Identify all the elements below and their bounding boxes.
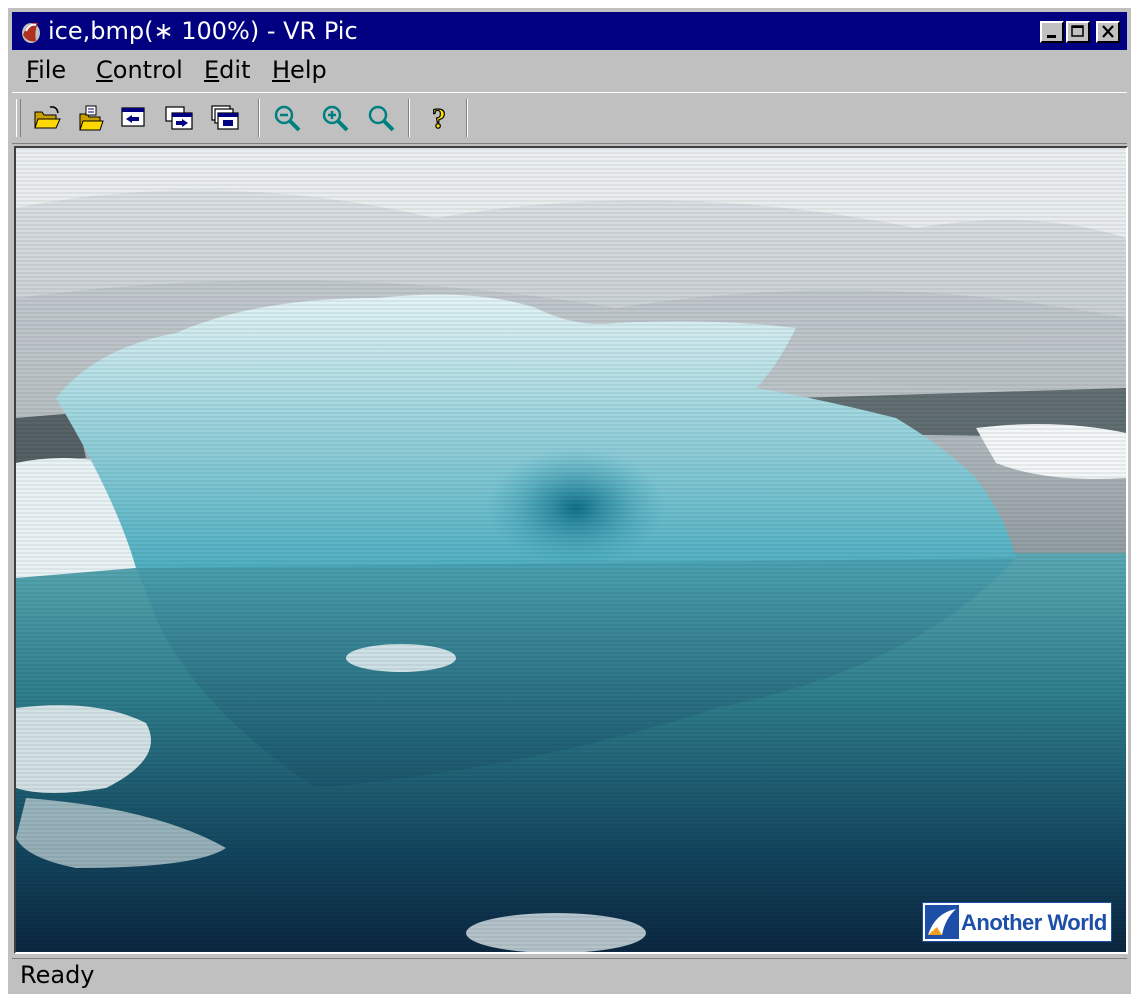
iceberg-photo — [16, 148, 1126, 952]
previous-image-icon — [121, 107, 145, 127]
help-button[interactable]: ? — [422, 101, 456, 135]
watermark-text: Another World — [961, 910, 1107, 935]
open-folder-icon — [34, 106, 61, 129]
zoom-fit-button[interactable] — [364, 101, 398, 135]
status-bar: Ready — [12, 958, 1127, 991]
maximize-button[interactable] — [1066, 21, 1090, 43]
menu-help[interactable]: Help — [272, 55, 327, 85]
zoom-out-button[interactable] — [270, 101, 304, 135]
zoom-out-icon — [274, 105, 301, 132]
close-button[interactable] — [1096, 21, 1120, 43]
open-button[interactable] — [30, 101, 64, 135]
another-world-logo-icon — [925, 905, 959, 939]
open-recent-icon — [79, 105, 104, 131]
another-world-watermark: Another World — [922, 902, 1112, 942]
window-title: ice,bmp(∗ 100%) - VR Pic — [48, 17, 358, 45]
toolbar-separator — [466, 99, 468, 137]
open-recent-button[interactable] — [74, 101, 108, 135]
menu-file[interactable]: File — [26, 55, 66, 85]
toolbar-separator — [258, 99, 260, 137]
zoom-in-button[interactable] — [318, 101, 352, 135]
minimize-icon — [1047, 35, 1056, 38]
zoom-in-icon — [322, 105, 349, 132]
slideshow-button[interactable] — [208, 101, 242, 135]
next-image-button[interactable] — [162, 101, 196, 135]
status-text: Ready — [20, 961, 95, 989]
app-icon[interactable] — [18, 17, 44, 45]
image-viewport[interactable]: Another World — [14, 146, 1128, 954]
previous-image-button[interactable] — [116, 101, 150, 135]
zoom-fit-icon — [368, 105, 395, 132]
close-icon — [1102, 25, 1114, 38]
svg-text:?: ? — [432, 104, 446, 133]
toolbar-separator — [408, 99, 410, 137]
maximize-icon — [1071, 25, 1084, 37]
app-window: ice,bmp(∗ 100%) - VR Pic File Control Ed… — [8, 8, 1131, 994]
toolbar-grip[interactable] — [16, 99, 21, 137]
help-icon: ? — [431, 103, 446, 133]
slideshow-icon — [211, 105, 239, 130]
menu-bar: File Control Edit Help — [12, 50, 1127, 90]
toolbar: ? — [12, 92, 1127, 144]
title-bar[interactable]: ice,bmp(∗ 100%) - VR Pic — [12, 12, 1127, 50]
next-image-icon — [165, 106, 193, 130]
minimize-button[interactable] — [1040, 21, 1064, 43]
menu-control[interactable]: Control — [96, 55, 183, 85]
menu-edit[interactable]: Edit — [204, 55, 250, 85]
